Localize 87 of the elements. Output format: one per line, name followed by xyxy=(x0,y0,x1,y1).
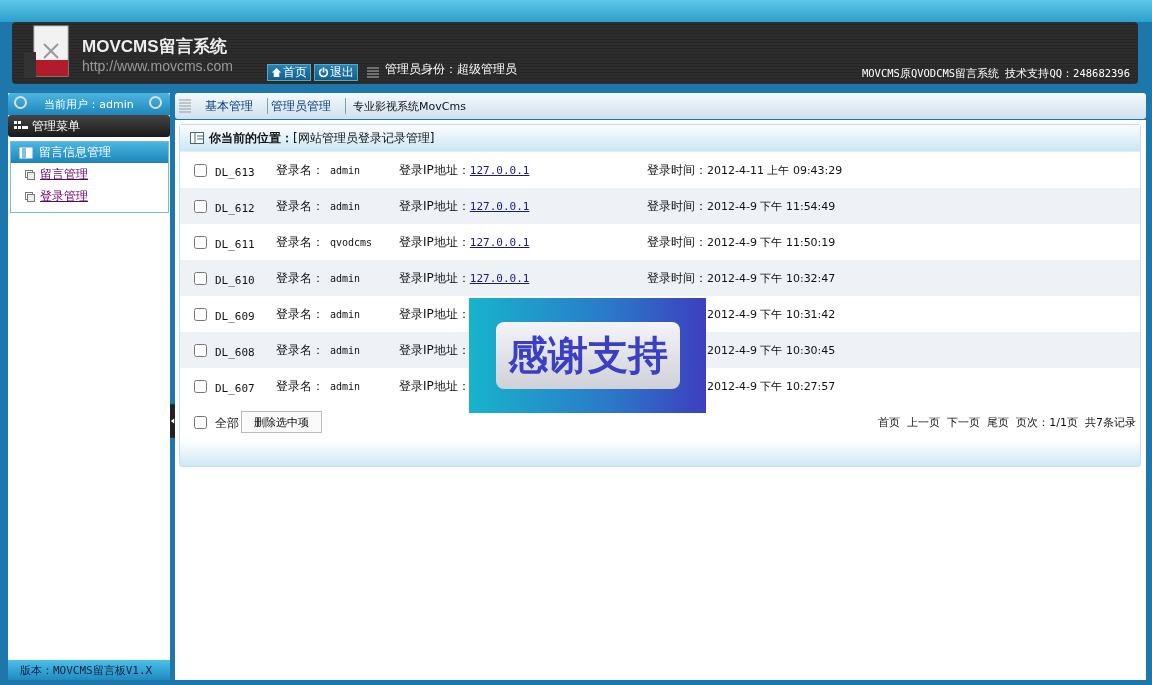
row-checkbox[interactable] xyxy=(194,199,207,213)
delete-selected-button[interactable]: 删除选中项 xyxy=(241,411,322,433)
row-checkbox[interactable] xyxy=(194,271,207,285)
admin-role-text: 管理员身份：超级管理员 xyxy=(384,61,517,78)
ip-label: 登录IP地址： xyxy=(399,341,470,359)
list-icon xyxy=(179,99,191,113)
login-time: 2012-4-9 下午 10:32:47 xyxy=(707,270,836,286)
select-all-checkbox[interactable] xyxy=(194,415,207,429)
pager-link[interactable]: 下一页 xyxy=(947,414,981,430)
record-id: DL_611 xyxy=(215,236,256,251)
menu-title: 管理菜单 xyxy=(32,117,80,135)
record-id: DL_607 xyxy=(215,380,256,395)
ip-label: 登录IP地址： xyxy=(399,269,470,287)
pager-info: 页次：1/1页 xyxy=(1016,414,1078,430)
login-time-label: 登录时间： xyxy=(647,269,707,287)
login-time: 2012-4-9 下午 11:50:19 xyxy=(707,234,836,250)
menu-group-title: 留言信息管理 xyxy=(39,144,111,161)
login-name: admin xyxy=(330,272,361,284)
nav-text: 专业影视系统MovCms xyxy=(353,98,466,114)
login-time-label: 登录时间： xyxy=(647,197,707,215)
ip-link[interactable]: 127.0.0.1 xyxy=(469,199,530,213)
menu-link[interactable]: 留言管理 xyxy=(40,166,88,183)
home-icon xyxy=(270,67,282,78)
home-button[interactable]: 首页 xyxy=(266,64,311,81)
login-name-label: 登录名： xyxy=(276,377,324,395)
ip-link[interactable]: 127.0.0.1 xyxy=(469,271,530,285)
ring-icon xyxy=(149,96,162,109)
breadcrumb-text: 你当前的位置：[网站管理员登录记录管理] xyxy=(209,129,435,147)
ip-label: 登录IP地址： xyxy=(399,305,470,323)
login-time: 2012-4-9 下午 11:54:49 xyxy=(707,198,836,214)
login-name-label: 登录名： xyxy=(276,305,324,323)
login-name: qvodcms xyxy=(330,236,373,248)
row-checkbox[interactable] xyxy=(194,307,207,321)
login-name-label: 登录名： xyxy=(276,341,324,359)
ip-label: 登录IP地址： xyxy=(399,161,470,179)
login-time-label: 登录时间： xyxy=(647,161,707,179)
login-name-label: 登录名： xyxy=(276,161,324,179)
site-title: MOVCMS留言系统 xyxy=(82,35,228,58)
ip-label: 登录IP地址： xyxy=(399,197,470,215)
ring-icon xyxy=(14,96,27,109)
record-id: DL_608 xyxy=(215,344,256,359)
ip-link[interactable]: 127.0.0.1 xyxy=(469,235,530,249)
login-time: 2012-4-11 上午 09:43:29 xyxy=(707,162,843,178)
pages-icon xyxy=(25,169,35,180)
login-name-label: 登录名： xyxy=(276,233,324,251)
login-time: 2012-4-9 下午 10:30:45 xyxy=(707,342,836,358)
site-url: http://www.movcms.com xyxy=(82,57,233,74)
login-time: 2012-4-9 下午 10:31:42 xyxy=(707,306,836,322)
row-checkbox[interactable] xyxy=(194,235,207,249)
pager-link[interactable]: 上一页 xyxy=(907,414,941,430)
layout-icon xyxy=(19,146,33,159)
login-name: admin xyxy=(330,164,361,176)
ip-label: 登录IP地址： xyxy=(399,233,470,251)
grid-icon xyxy=(14,121,28,131)
support-text: MOVCMS原QVODCMS留言系统 技术支持QQ：248682396 xyxy=(861,67,1130,81)
record-id: DL_612 xyxy=(215,200,256,215)
pager-link[interactable]: 首页 xyxy=(878,414,901,430)
login-name: admin xyxy=(330,380,361,392)
ip-label: 登录IP地址： xyxy=(399,377,470,395)
current-user-text: 当前用户：admin xyxy=(44,96,134,112)
select-all-label: 全部 xyxy=(215,415,239,432)
record-id: DL_613 xyxy=(215,164,256,179)
row-checkbox[interactable] xyxy=(194,379,207,393)
nav-link[interactable]: 管理员管理 xyxy=(271,97,331,115)
row-checkbox[interactable] xyxy=(194,343,207,357)
layout-icon xyxy=(190,132,204,144)
login-name: admin xyxy=(330,200,361,212)
record-id: DL_610 xyxy=(215,272,256,287)
login-name-label: 登录名： xyxy=(276,197,324,215)
row-checkbox[interactable] xyxy=(194,163,207,177)
login-name-label: 登录名： xyxy=(276,269,324,287)
login-time-label: 登录时间： xyxy=(647,233,707,251)
menu-link[interactable]: 登录管理 xyxy=(40,188,88,205)
logout-button[interactable]: 退出 xyxy=(313,64,358,81)
pages-icon xyxy=(25,191,35,202)
record-id: DL_609 xyxy=(215,308,256,323)
nav-link[interactable]: 基本管理 xyxy=(205,97,253,115)
pager-link[interactable]: 尾页 xyxy=(987,414,1010,430)
power-icon xyxy=(317,67,329,78)
login-name: admin xyxy=(330,344,361,356)
ip-link[interactable]: 127.0.0.1 xyxy=(469,163,530,177)
thanks-banner: 感谢支持 xyxy=(469,298,706,413)
login-name: admin xyxy=(330,308,361,320)
version-text: 版本：MOVCMS留言板V1.X xyxy=(8,660,170,680)
login-time: 2012-4-9 下午 10:27:57 xyxy=(707,378,836,394)
list-icon xyxy=(366,67,379,79)
pager-info: 共7条记录 xyxy=(1085,414,1136,430)
